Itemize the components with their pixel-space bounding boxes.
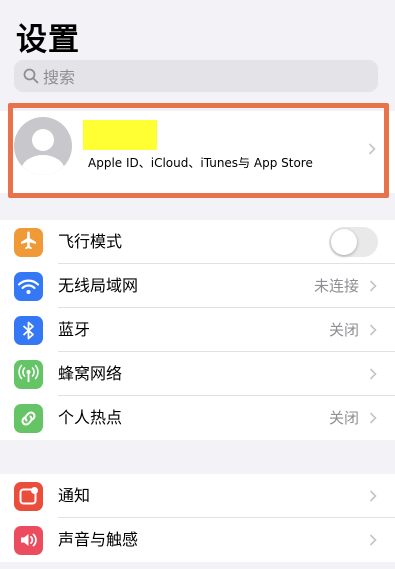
wifi-icon xyxy=(17,279,40,294)
settings-row-wifi[interactable]: 无线局域网 未连接 xyxy=(0,264,395,308)
cellular-icon-box xyxy=(14,360,43,389)
row-label: 飞行模式 xyxy=(58,232,123,251)
cellular-icon xyxy=(18,364,39,382)
notifications-icon-box xyxy=(14,482,43,511)
airplane-icon xyxy=(21,231,36,250)
search-placeholder: 搜索 xyxy=(43,68,76,87)
row-label: 蜂窝网络 xyxy=(58,364,123,383)
settings-row-notifications[interactable]: 通知 xyxy=(0,474,395,518)
airplane-mode-toggle[interactable] xyxy=(329,227,378,257)
settings-row-bluetooth[interactable]: 蓝牙 关闭 xyxy=(0,308,395,352)
search-icon xyxy=(23,68,39,84)
bluetooth-icon-box xyxy=(14,316,43,345)
chevron-right-icon xyxy=(369,534,377,546)
page-title: 设置 xyxy=(16,22,80,58)
bluetooth-icon xyxy=(22,321,34,340)
row-label: 声音与触感 xyxy=(58,530,139,549)
row-value: 关闭 xyxy=(328,321,359,339)
wifi-icon-box xyxy=(14,272,43,301)
settings-row-hotspot[interactable]: 个人热点 关闭 xyxy=(0,396,395,440)
row-label: 无线局域网 xyxy=(58,276,139,295)
row-value: 关闭 xyxy=(328,409,359,427)
settings-row-sounds[interactable]: 声音与触感 xyxy=(0,518,395,562)
hotspot-icon-box xyxy=(14,404,43,433)
chevron-right-icon xyxy=(369,324,377,336)
sounds-icon xyxy=(21,533,37,547)
chevron-right-icon xyxy=(369,368,377,380)
airplane-icon-box xyxy=(14,228,43,257)
settings-row-cellular[interactable]: 蜂窝网络 xyxy=(0,352,395,396)
chevron-right-icon xyxy=(369,412,377,424)
highlight-box xyxy=(8,103,389,198)
chevron-right-icon xyxy=(369,280,377,292)
chevron-right-icon xyxy=(369,490,377,502)
hotspot-icon xyxy=(21,411,36,426)
connectivity-group: 飞行模式 无线局域网 未连接 蓝牙 关闭 蜂窝网络 个人热点 关闭 xyxy=(0,220,395,440)
row-label: 个人热点 xyxy=(58,408,123,427)
sounds-icon-box xyxy=(14,526,43,555)
notifications-group: 通知 声音与触感 xyxy=(0,474,395,562)
settings-row-airplane[interactable]: 飞行模式 xyxy=(0,220,395,264)
notifications-icon xyxy=(19,487,38,505)
search-bar[interactable]: 搜索 xyxy=(14,60,378,92)
toggle-knob xyxy=(331,229,357,255)
row-label: 通知 xyxy=(58,486,91,505)
row-value: 未连接 xyxy=(313,277,359,295)
row-label: 蓝牙 xyxy=(58,320,91,339)
